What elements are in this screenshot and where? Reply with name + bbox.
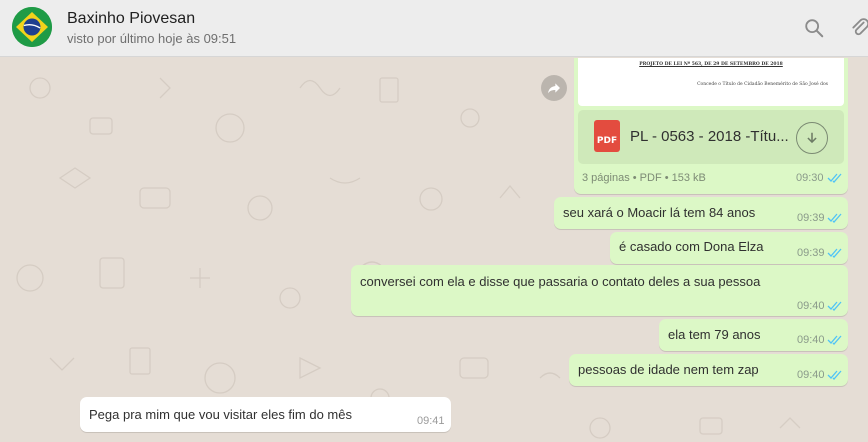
read-ticks-icon xyxy=(827,213,842,223)
message-time: 09:41 xyxy=(417,415,445,427)
message-time: 09:40 xyxy=(797,300,825,312)
document-meta: 3 páginas • PDF • 153 kB xyxy=(582,172,706,184)
document-preview[interactable]: PROJETO DE LEI Nº 563, DE 29 DE SETEMBRO… xyxy=(578,58,844,106)
read-ticks-icon xyxy=(827,301,842,311)
read-ticks-icon xyxy=(827,335,842,345)
search-icon[interactable] xyxy=(800,14,828,42)
preview-title: PROJETO DE LEI Nº 563, DE 29 DE SETEMBRO… xyxy=(639,62,783,67)
forward-icon xyxy=(548,83,560,94)
message-time: 09:30 xyxy=(796,172,824,184)
download-icon xyxy=(807,132,817,144)
read-ticks-icon xyxy=(827,370,842,380)
message-time: 09:40 xyxy=(797,369,825,381)
message-bubble: é casado com Dona Elza 09:39 xyxy=(610,232,848,264)
message-bubble: ela tem 79 anos 09:40 xyxy=(659,319,848,351)
message-bubble: conversei com ela e disse que passaria o… xyxy=(351,265,848,316)
read-ticks-icon xyxy=(827,248,842,258)
message-text: ela tem 79 anos xyxy=(668,327,761,342)
read-ticks-icon xyxy=(827,173,842,183)
attach-icon[interactable] xyxy=(846,14,868,42)
message-time: 09:40 xyxy=(797,334,825,346)
message-time: 09:39 xyxy=(797,247,825,259)
document-message: PROJETO DE LEI Nº 563, DE 29 DE SETEMBRO… xyxy=(574,58,848,194)
brazil-flag-icon xyxy=(12,7,52,47)
document-file-bar[interactable]: PDF PL - 0563 - 2018 -Títu... xyxy=(578,110,844,164)
chat-panel[interactable]: PROJETO DE LEI Nº 563, DE 29 DE SETEMBRO… xyxy=(0,58,868,442)
message-time: 09:39 xyxy=(797,212,825,224)
document-file-name: PL - 0563 - 2018 -Títu... xyxy=(630,128,789,145)
pdf-icon: PDF xyxy=(594,120,620,152)
contact-name[interactable]: Baxinho Piovesan xyxy=(67,10,195,28)
message-bubble: seu xará o Moacir lá tem 84 anos 09:39 xyxy=(554,197,848,229)
download-button[interactable] xyxy=(796,122,828,154)
last-seen-status: visto por último hoje às 09:51 xyxy=(67,31,237,46)
preview-text: Concede o Título de Cidadão Benemérito d… xyxy=(697,82,828,87)
contact-avatar[interactable] xyxy=(12,7,52,47)
message-text: pessoas de idade nem tem zap xyxy=(578,362,759,377)
message-text: é casado com Dona Elza xyxy=(619,239,764,254)
forward-button[interactable] xyxy=(541,75,567,101)
incoming-message-bubble: Pega pra mim que vou visitar eles fim do… xyxy=(80,397,451,432)
message-text: Pega pra mim que vou visitar eles fim do… xyxy=(89,407,352,422)
message-bubble: pessoas de idade nem tem zap 09:40 xyxy=(569,354,848,386)
message-text: conversei com ela e disse que passaria o… xyxy=(360,274,761,289)
chat-header: Baxinho Piovesan visto por último hoje à… xyxy=(0,0,868,57)
message-text: seu xará o Moacir lá tem 84 anos xyxy=(563,205,756,220)
